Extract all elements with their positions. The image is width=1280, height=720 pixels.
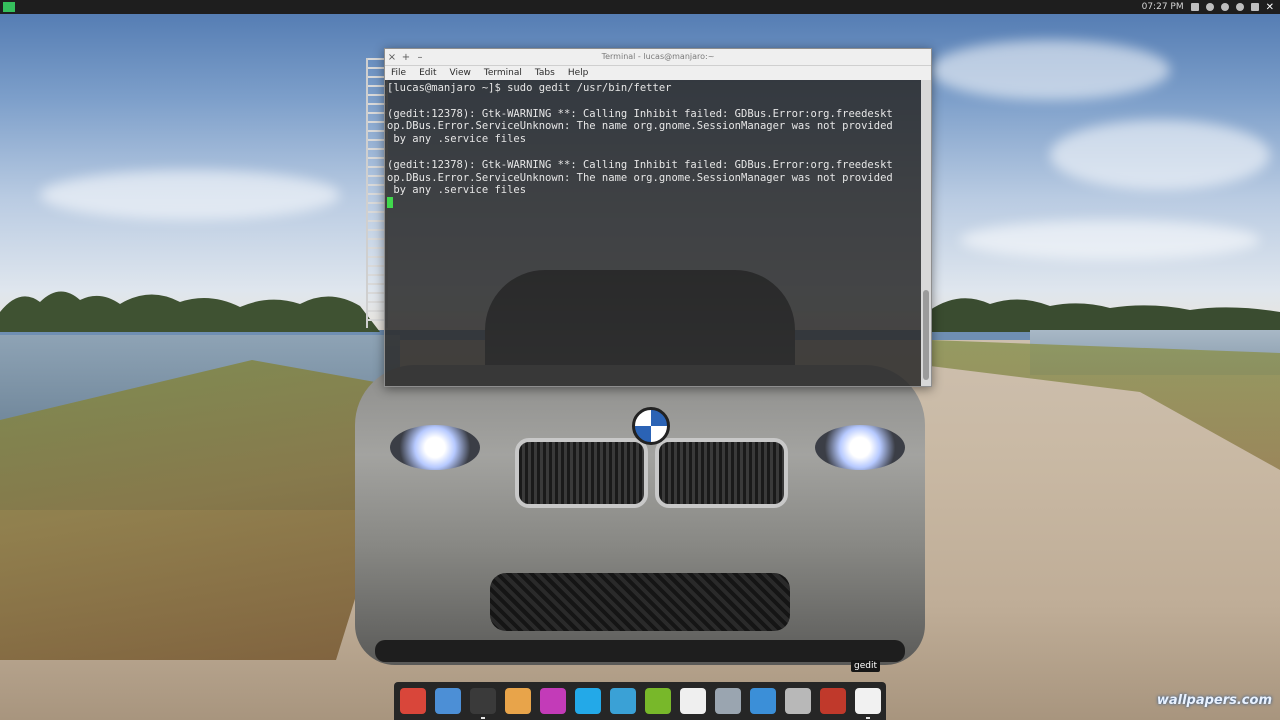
wallpaper-cloud	[40, 170, 340, 220]
car-grille	[655, 438, 788, 508]
terminal-scrollbar[interactable]	[921, 80, 931, 386]
skype-icon[interactable]	[575, 688, 601, 714]
web-browser-icon[interactable]	[435, 688, 461, 714]
terminal-line: op.DBus.Error.ServiceUnknown: The name o…	[387, 171, 893, 184]
toolbox-icon[interactable]	[400, 688, 426, 714]
notification-icon[interactable]	[1250, 3, 1259, 11]
terminal-line: op.DBus.Error.ServiceUnknown: The name o…	[387, 120, 893, 133]
terminal-line: (gedit:12378): Gtk-WARNING **: Calling I…	[387, 158, 893, 171]
terminal-output[interactable]: [lucas@manjaro ~]$ sudo gedit /usr/bin/f…	[385, 80, 921, 386]
gedit-icon[interactable]	[855, 688, 881, 719]
wallpaper-cloud	[1050, 120, 1270, 190]
nvidia-icon[interactable]	[645, 688, 671, 714]
menu-tabs[interactable]: Tabs	[529, 68, 562, 78]
car-headlight	[815, 425, 905, 470]
terminal-cursor	[387, 197, 393, 209]
system-monitor-icon[interactable]	[610, 688, 636, 714]
system-tray: 07:27 PM ✕	[1142, 2, 1280, 13]
car-air-intake	[490, 573, 790, 631]
mixer-icon[interactable]	[785, 688, 811, 714]
top-panel: 07:27 PM ✕	[0, 0, 1280, 14]
car-badge	[632, 407, 670, 445]
car-headlight	[390, 425, 480, 470]
close-icon[interactable]: ×	[385, 52, 399, 63]
menu-edit[interactable]: Edit	[413, 68, 443, 78]
application-menu-icon[interactable]	[3, 2, 15, 12]
minimize-icon[interactable]: –	[413, 52, 427, 63]
dock	[394, 682, 886, 720]
terminal-icon[interactable]	[470, 688, 496, 719]
text-file-icon[interactable]	[680, 688, 706, 714]
wallpaper-cloud	[960, 220, 1260, 260]
running-indicator	[481, 717, 485, 719]
terminal-window[interactable]: × + – Terminal - lucas@manjaro:~ File Ed…	[384, 48, 932, 387]
crossover-icon[interactable]	[540, 688, 566, 714]
menu-terminal[interactable]: Terminal	[478, 68, 529, 78]
terminal-line: (gedit:12378): Gtk-WARNING **: Calling I…	[387, 107, 893, 120]
car-splitter	[375, 640, 905, 662]
terminal-line: by any .service files	[387, 133, 527, 146]
network-icon[interactable]	[750, 688, 776, 714]
terminal-line: by any .service files	[387, 184, 527, 197]
clock[interactable]: 07:27 PM	[1142, 2, 1184, 12]
running-indicator	[866, 717, 870, 719]
disk-icon[interactable]	[715, 688, 741, 714]
menu-help[interactable]: Help	[562, 68, 596, 78]
video-editor-icon[interactable]	[505, 688, 531, 714]
menu-view[interactable]: View	[444, 68, 478, 78]
logout-icon[interactable]: ✕	[1266, 2, 1274, 13]
terminal-line: [lucas@manjaro ~]$ sudo gedit /usr/bin/f…	[387, 82, 672, 94]
window-titlebar[interactable]: × + – Terminal - lucas@manjaro:~	[385, 49, 931, 66]
car-grille	[515, 438, 648, 508]
clipboard-icon[interactable]	[1190, 3, 1199, 11]
power-icon[interactable]	[1235, 3, 1244, 11]
scrollbar-thumb[interactable]	[923, 290, 929, 380]
window-title: Terminal - lucas@manjaro:~	[601, 52, 715, 61]
network-icon[interactable]	[1205, 3, 1214, 11]
wallpaper-watermark: wallpapers.com	[1156, 693, 1272, 708]
volume-icon[interactable]	[1220, 3, 1229, 11]
terminal-menubar: File Edit View Terminal Tabs Help	[385, 66, 931, 80]
menu-file[interactable]: File	[385, 68, 413, 78]
color-balls-icon[interactable]	[820, 688, 846, 714]
maximize-icon[interactable]: +	[399, 52, 413, 63]
wallpaper-cloud	[930, 40, 1170, 100]
dock-tooltip: gedit	[851, 660, 880, 672]
